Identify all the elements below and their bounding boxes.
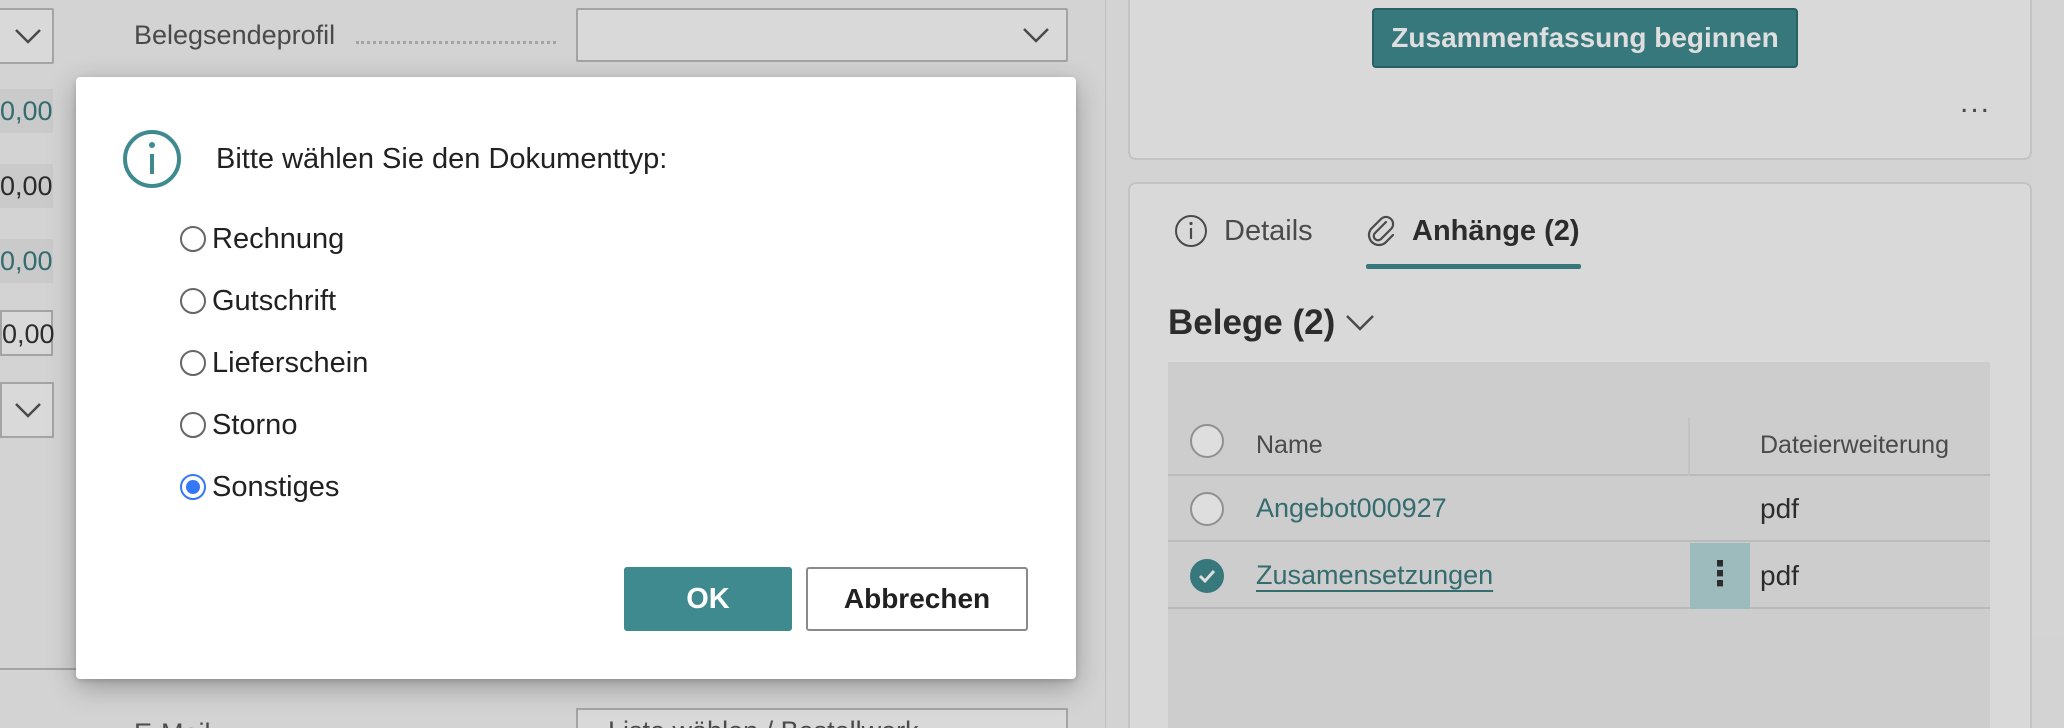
radio-button[interactable]: [180, 412, 206, 438]
radio-button[interactable]: [180, 226, 206, 252]
radio-rechnung[interactable]: Rechnung: [180, 219, 344, 259]
radio-storno[interactable]: Storno: [180, 405, 297, 445]
radio-lieferschein[interactable]: Lieferschein: [180, 343, 368, 383]
radio-label: Gutschrift: [212, 284, 337, 317]
radio-button[interactable]: [180, 288, 206, 314]
radio-label: Storno: [212, 408, 298, 441]
info-circle-icon: [123, 130, 181, 188]
ok-button[interactable]: OK: [624, 567, 792, 631]
radio-button[interactable]: [180, 350, 206, 376]
radio-label: Lieferschein: [212, 346, 369, 379]
radio-label: Rechnung: [212, 222, 345, 255]
cancel-button[interactable]: Abbrechen: [806, 567, 1028, 631]
radio-gutschrift[interactable]: Gutschrift: [180, 281, 336, 321]
radio-button-selected[interactable]: [180, 474, 206, 500]
radio-sonstiges[interactable]: Sonstiges: [180, 467, 339, 507]
dialog-prompt: Bitte wählen Sie den Dokumenttyp:: [216, 143, 668, 175]
radio-label: Sonstiges: [212, 470, 340, 503]
document-type-dialog: Bitte wählen Sie den Dokumenttyp: Rechnu…: [76, 77, 1076, 679]
